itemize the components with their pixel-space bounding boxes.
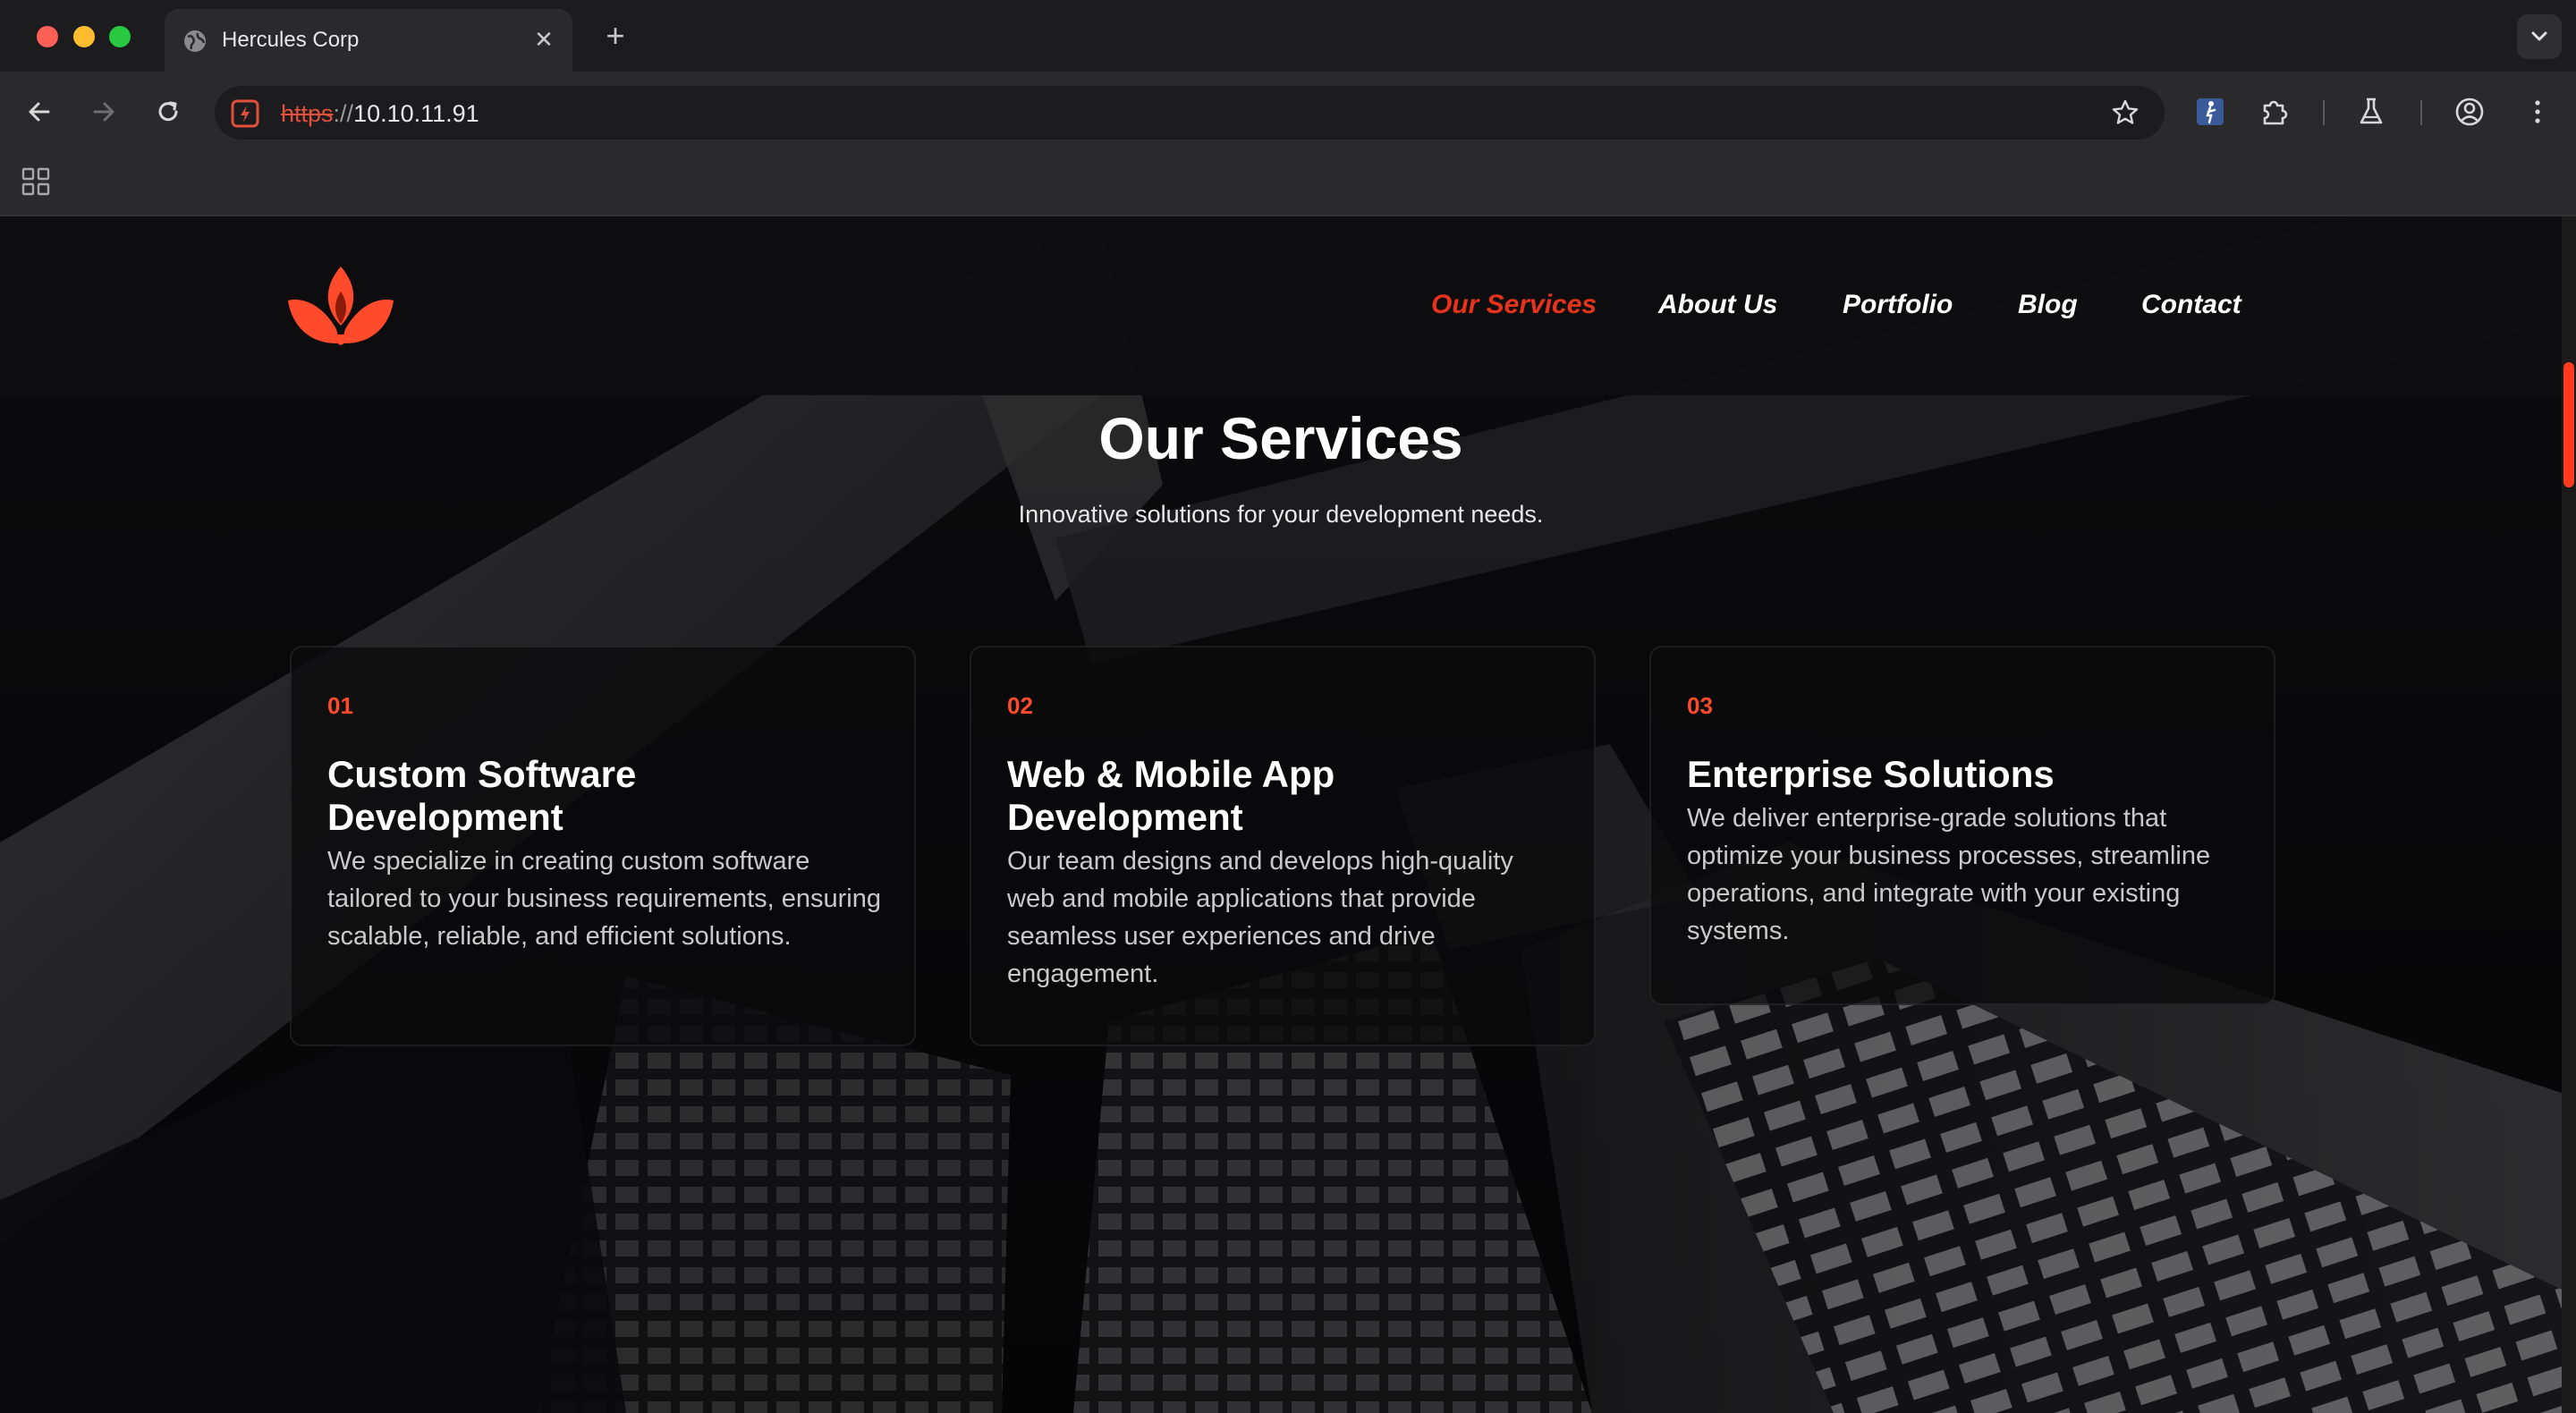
card-description: We specialize in creating custom softwar… bbox=[327, 847, 881, 951]
tab-strip: Hercules Corp ✕ + bbox=[0, 0, 2576, 72]
globe-icon bbox=[184, 30, 206, 52]
star-icon[interactable] bbox=[2111, 98, 2140, 127]
card-title: Custom Software Development bbox=[327, 753, 637, 838]
card-number: 01 bbox=[327, 692, 353, 719]
lotus-logo-icon[interactable] bbox=[286, 265, 395, 349]
apps-grid-icon[interactable] bbox=[20, 165, 52, 198]
accessibility-extension-icon[interactable] bbox=[2193, 95, 2227, 129]
toolbar-divider bbox=[2420, 100, 2422, 125]
section-title: Our Services bbox=[1098, 405, 1463, 471]
flask-icon[interactable] bbox=[2354, 95, 2388, 129]
toolbar-divider bbox=[2323, 100, 2325, 125]
card-title: Web & Mobile App Development bbox=[1007, 753, 1335, 838]
page-viewport: Our Services About Us Portfolio Blog Con… bbox=[0, 216, 2562, 1413]
scrollbar-thumb[interactable] bbox=[2563, 362, 2574, 487]
puzzle-icon[interactable] bbox=[2258, 95, 2292, 129]
tab-title: Hercules Corp bbox=[222, 28, 360, 52]
chevron-down-icon bbox=[2531, 31, 2547, 41]
url-scheme: https bbox=[281, 100, 334, 127]
browser-tab-active[interactable]: Hercules Corp ✕ bbox=[165, 9, 572, 72]
card-number: 03 bbox=[1687, 692, 1713, 719]
service-card: 02 Web & Mobile App Development Our team… bbox=[970, 646, 1596, 1046]
nav-contact[interactable]: Contact bbox=[2141, 290, 2241, 320]
profile-icon[interactable] bbox=[2453, 95, 2487, 129]
url-text[interactable]: https://10.10.11.91 bbox=[281, 100, 479, 128]
site-header: Our Services About Us Portfolio Blog Con… bbox=[0, 216, 2562, 395]
arrow-right-icon[interactable] bbox=[86, 94, 122, 130]
close-window-button[interactable] bbox=[37, 26, 58, 47]
browser-window: Hercules Corp ✕ + https://10.10.11.91 Ou… bbox=[0, 0, 2576, 1413]
not-secure-icon[interactable] bbox=[231, 99, 259, 128]
kebab-menu-icon[interactable] bbox=[2521, 95, 2555, 129]
tab-search-button[interactable] bbox=[2517, 14, 2562, 59]
nav-our-services[interactable]: Our Services bbox=[1431, 290, 1597, 320]
card-description: Our team designs and develops high-quali… bbox=[1007, 847, 1513, 988]
address-bar[interactable]: https://10.10.11.91 bbox=[215, 86, 2165, 140]
service-card: 01 Custom Software Development We specia… bbox=[290, 646, 916, 1046]
close-tab-icon[interactable]: ✕ bbox=[530, 25, 558, 54]
card-title: Enterprise Solutions bbox=[1687, 753, 2055, 795]
url-separator: :// bbox=[333, 100, 354, 127]
service-card: 03 Enterprise Solutions We deliver enter… bbox=[1649, 646, 2275, 1005]
section-subtitle: Innovative solutions for your developmen… bbox=[1018, 501, 1544, 528]
card-number: 02 bbox=[1007, 692, 1033, 719]
arrow-left-icon[interactable] bbox=[21, 94, 57, 130]
new-tab-button[interactable]: + bbox=[597, 18, 633, 54]
nav-about-us[interactable]: About Us bbox=[1658, 290, 1777, 320]
url-host: 10.10.11.91 bbox=[353, 100, 479, 127]
browser-toolbar: https://10.10.11.91 bbox=[0, 72, 2576, 152]
card-description: We deliver enterprise-grade solutions th… bbox=[1687, 804, 2211, 945]
nav-portfolio[interactable]: Portfolio bbox=[1843, 290, 1953, 320]
nav-blog[interactable]: Blog bbox=[2018, 290, 2078, 320]
bookmarks-bar bbox=[0, 152, 2576, 216]
minimize-window-button[interactable] bbox=[73, 26, 95, 47]
maximize-window-button[interactable] bbox=[109, 26, 131, 47]
reload-icon[interactable] bbox=[150, 94, 186, 130]
